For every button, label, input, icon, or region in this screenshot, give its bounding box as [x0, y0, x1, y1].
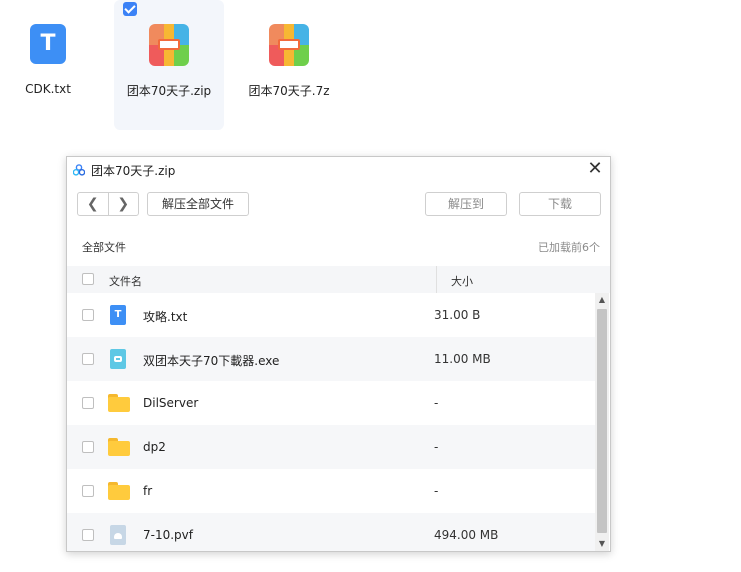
table-row[interactable]: DilServer - [67, 381, 595, 425]
file-size: 11.00 MB [434, 352, 491, 366]
table-row[interactable]: 7-10.pvf 494.00 MB [67, 513, 595, 551]
row-checkbox[interactable] [82, 309, 94, 324]
close-icon[interactable]: ✕ [586, 160, 604, 178]
desktop-file-label: 团本70天子.7z [248, 84, 330, 98]
select-all-checkbox[interactable] [82, 273, 94, 288]
folder-icon [108, 482, 130, 502]
file-size: - [434, 440, 439, 454]
scrollbar-thumb[interactable] [597, 309, 607, 533]
breadcrumb-all-files[interactable]: 全部文件 [82, 239, 126, 255]
desktop-file-7z[interactable]: 团本70天子.7z [234, 0, 344, 130]
pvf-file-icon [110, 525, 128, 545]
back-button[interactable]: ❮ [78, 193, 108, 215]
file-size: - [434, 484, 439, 498]
nav-buttons: ❮ ❯ [77, 192, 139, 216]
column-header-size[interactable]: 大小 [451, 273, 473, 289]
desktop-file-cdk-txt[interactable]: T CDK.txt [0, 0, 103, 130]
archive-preview-dialog: 团本70天子.zip ✕ ❮ ❯ 解压全部文件 解压到 下载 全部文件 已加载前… [66, 156, 611, 552]
table-row[interactable]: T 攻略.txt 31.00 B [67, 293, 595, 337]
zip-archive-icon [269, 24, 309, 66]
exe-file-icon [110, 349, 128, 369]
dialog-titlebar: 团本70天子.zip ✕ [67, 157, 610, 183]
file-name: 双团本天子70下載器.exe [143, 354, 280, 368]
table-header: 文件名 大小 [67, 266, 610, 293]
row-checkbox[interactable] [82, 441, 94, 456]
zip-archive-icon [149, 24, 189, 66]
folder-icon [108, 394, 130, 414]
desktop-file-label: CDK.txt [25, 82, 71, 96]
file-list: T 攻略.txt 31.00 B 双团本天子70下載器.exe 11.00 MB… [67, 293, 595, 551]
table-row[interactable]: 双团本天子70下載器.exe 11.00 MB [67, 337, 595, 381]
load-status: 已加载前6个 [538, 241, 600, 254]
file-size: - [434, 396, 439, 410]
file-name: fr [143, 484, 153, 498]
txt-file-icon: T [110, 305, 128, 325]
row-checkbox[interactable] [82, 485, 94, 500]
table-row[interactable]: fr - [67, 469, 595, 513]
selected-checkbox[interactable] [123, 2, 137, 16]
txt-file-icon: T [30, 24, 66, 64]
file-name: dp2 [143, 440, 166, 454]
desktop-file-label: 团本70天子.zip [126, 84, 212, 98]
column-header-name[interactable]: 文件名 [109, 273, 142, 289]
forward-button[interactable]: ❯ [107, 193, 139, 215]
file-name: 7-10.pvf [143, 528, 193, 542]
dialog-toolbar: ❮ ❯ 解压全部文件 解压到 下载 [77, 192, 601, 216]
file-size: 494.00 MB [434, 528, 499, 542]
scroll-up-icon[interactable]: ▲ [595, 293, 609, 307]
desktop-file-zip[interactable]: 团本70天子.zip [114, 0, 224, 130]
file-size: 31.00 B [434, 308, 481, 322]
folder-icon [108, 438, 130, 458]
extract-to-button[interactable]: 解压到 [425, 192, 507, 216]
extract-all-button[interactable]: 解压全部文件 [147, 192, 249, 216]
file-name: 攻略.txt [143, 310, 188, 324]
cloud-app-icon [73, 164, 85, 176]
vertical-scrollbar[interactable]: ▲ ▼ [595, 293, 609, 551]
row-checkbox[interactable] [82, 397, 94, 412]
file-name: DilServer [143, 396, 199, 410]
row-checkbox[interactable] [82, 529, 94, 544]
dialog-title: 团本70天子.zip [91, 164, 176, 178]
column-divider[interactable] [436, 266, 437, 293]
row-checkbox[interactable] [82, 353, 94, 368]
table-row[interactable]: dp2 - [67, 425, 595, 469]
download-button[interactable]: 下载 [519, 192, 601, 216]
scroll-down-icon[interactable]: ▼ [595, 537, 609, 551]
